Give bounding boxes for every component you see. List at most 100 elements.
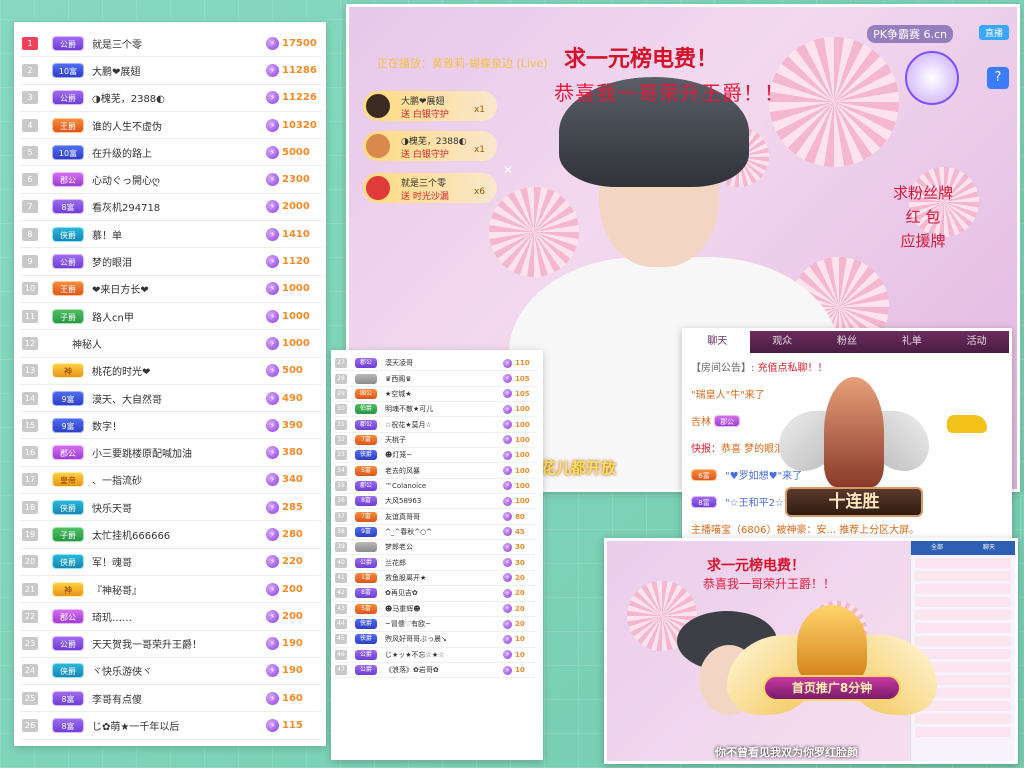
user-name[interactable]: 琦玑…… (92, 609, 266, 624)
tab-all[interactable]: 全部 (911, 541, 963, 555)
ranking-row[interactable]: 9 公爵 梦的眼泪 ⚡ 1120 (20, 248, 322, 276)
tab-fans[interactable]: 粉丝 (815, 331, 880, 353)
user-name[interactable]: 明魂不散★可儿 (385, 404, 503, 414)
tab-gifts[interactable]: 礼单 (879, 331, 944, 353)
ranking-row[interactable]: 24 侠爵 ヾ快乐游侠ヾ ⚡ 190 (20, 658, 322, 686)
user-name[interactable]: 李哥有点傻 (92, 691, 266, 706)
user-name[interactable]: 老去的风暴 (385, 466, 503, 476)
ranking-row[interactable]: 28 ♛西阁♛ ⚡ 105 (335, 371, 537, 387)
ranking-row[interactable]: 19 子爵 太忙挂机666666 ⚡ 280 (20, 521, 322, 549)
ranking-row[interactable]: 27 郡公 漠天凌哥 ⚡ 110 (335, 356, 537, 372)
user-name[interactable]: 兰花郎 (385, 558, 503, 568)
tab-chat[interactable]: 聊天 (685, 331, 750, 353)
user-name[interactable]: 就是三个零 (92, 36, 266, 51)
user-name[interactable]: じ★ッ★不忘☆★☆ (385, 650, 503, 660)
user-name[interactable]: 太忙挂机666666 (92, 527, 266, 542)
user-name[interactable]: ♛西阁♛ (385, 374, 503, 384)
ranking-row[interactable]: 33 侠爵 ☻灯笼~ ⚡ 100 (335, 448, 537, 464)
user-name[interactable]: ^_^春秋^○^ (385, 527, 503, 537)
user-name[interactable]: 在升级的路上 (92, 145, 266, 160)
user-name[interactable]: 梦郎老公 (385, 542, 503, 552)
tab-events[interactable]: 活动 (944, 331, 1009, 353)
ranking-row[interactable]: 11 子爵 路人cn甲 ⚡ 1000 (20, 303, 322, 331)
ranking-row[interactable]: 46 公爵 じ★ッ★不忘☆★☆ ⚡ 10 (335, 648, 537, 663)
user-name[interactable]: ❤来日方长❤ (92, 281, 266, 296)
user-name[interactable]: じ✿萌★一千年以后 (92, 718, 266, 733)
ranking-row[interactable]: 44 侠爵 ~冒儒♡有欧~ ⚡ 20 (335, 617, 537, 633)
ranking-row[interactable]: 39 梦郎老公 ⚡ 30 (335, 540, 537, 556)
stream-thumbnail[interactable]: 求一元榜电费！ 恭喜我一哥荣升王爵！！ 你不曾看见我双为你罗红脸颜 全部 聊天 … (604, 538, 1018, 764)
ranking-row[interactable]: 31 郡公 ☆祝花★莫月☆ ⚡ 100 (335, 417, 537, 433)
user-name[interactable]: ~冒儒♡有欧~ (385, 619, 503, 629)
user-name[interactable]: 大风58963 (385, 496, 503, 506)
user-name[interactable]: 梦的眼泪 (92, 254, 266, 269)
ranking-row[interactable]: 29 国公 ★空城★ ⚡ 105 (335, 387, 537, 403)
user-name[interactable]: 天桃子 (385, 435, 503, 445)
ranking-row[interactable]: 34 5富 老去的风暴 ⚡ 100 (335, 463, 537, 479)
user-name[interactable]: ★空城★ (385, 389, 503, 399)
close-icon[interactable]: ✕ (503, 163, 513, 177)
user-name[interactable]: ☻马重辉☻ (385, 604, 503, 614)
ranking-row[interactable]: 16 郡公 小三要跳楼原配喊加油 ⚡ 380 (20, 439, 322, 467)
user-name[interactable]: ™Colanoice (385, 482, 503, 490)
ranking-row[interactable]: 35 郡公 ™Colanoice ⚡ 100 (335, 479, 537, 495)
ranking-row[interactable]: 12 神秘人 ⚡ 1000 (20, 330, 322, 358)
ranking-row[interactable]: 40 公爵 兰花郎 ⚡ 30 (335, 555, 537, 571)
ranking-row[interactable]: 22 郡公 琦玑…… ⚡ 200 (20, 603, 322, 631)
user-name[interactable]: 漠天凌哥 (385, 358, 503, 368)
ranking-row[interactable]: 14 9富 漠天、大自然哥 ⚡ 490 (20, 385, 322, 413)
ranking-row[interactable]: 7 8富 看灰机294718 ⚡ 2000 (20, 194, 322, 222)
ranking-row[interactable]: 37 7富 友谊真哥哥 ⚡ 80 (335, 509, 537, 525)
ranking-row[interactable]: 26 8富 じ✿萌★一千年以后 ⚡ 115 (20, 712, 322, 740)
ranking-row[interactable]: 15 9富 数字！ ⚡ 390 (20, 412, 322, 440)
user-name[interactable]: 路人cn甲 (92, 309, 266, 324)
user-name[interactable]: 《浪落》✿岩哥✿ (385, 665, 503, 675)
ranking-row[interactable]: 13 神桃花的时光❤ ⚡ 500 (20, 358, 322, 385)
ranking-row[interactable]: 3 公爵 ◑槐芜，2388◐ ⚡ 11226 (20, 85, 322, 112)
user-name[interactable]: 漠天、大自然哥 (92, 391, 266, 406)
ranking-row[interactable]: 47 公爵 《浪落》✿岩哥✿ ⚡ 10 (335, 663, 537, 679)
ranking-row[interactable]: 42 8富 ✿再见吉✿ ⚡ 20 (335, 586, 537, 602)
user-name[interactable]: 慕！单 (92, 227, 266, 242)
user-name[interactable]: 天天贺我一哥荣升王爵！ (92, 636, 266, 651)
ranking-row[interactable]: 25 8富 李哥有点傻 ⚡ 160 (20, 685, 322, 713)
ranking-row[interactable]: 20 侠爵 军！魂哥 ⚡ 220 (20, 549, 322, 576)
user-name[interactable]: 心动ぐっ開心ღ (92, 172, 266, 187)
ranking-row[interactable]: 43 5富 ☻马重辉☻ ⚡ 20 (335, 602, 537, 617)
tab-audience[interactable]: 观众 (750, 331, 815, 353)
ranking-row[interactable]: 41 1富 救鱼股离开★ ⚡ 20 (335, 571, 537, 587)
ranking-row[interactable]: 18 侠爵 快乐天哥 ⚡ 285 (20, 494, 322, 522)
user-name[interactable]: 军！魂哥 (92, 554, 266, 569)
user-name[interactable]: 小三要跳楼原配喊加油 (92, 445, 266, 460)
user-name[interactable]: 友谊真哥哥 (385, 512, 503, 522)
user-name[interactable]: ✿再见吉✿ (385, 588, 503, 598)
ranking-row[interactable]: 1 公爵 就是三个零 ⚡ 17500 (20, 30, 322, 58)
user-name[interactable]: ☻灯笼~ (385, 450, 503, 460)
user-name[interactable]: 、一指流砂 (92, 472, 266, 487)
help-button[interactable]: ? (987, 67, 1009, 89)
user-name[interactable]: 救鱼股离开★ (385, 573, 503, 583)
ranking-row[interactable]: 32 7富 天桃子 ⚡ 100 (335, 433, 537, 449)
ranking-row[interactable]: 45 侠爵 煦风好哥哥ぶっ晨↘ ⚡ 10 (335, 632, 537, 648)
user-name[interactable]: 煦风好哥哥ぶっ晨↘ (385, 634, 503, 644)
ranking-row[interactable]: 30 伯爵 明魂不散★可儿 ⚡ 100 (335, 402, 537, 418)
ranking-row[interactable]: 23 公爵 天天贺我一哥荣升王爵！ ⚡ 190 (20, 631, 322, 658)
ranking-row[interactable]: 17 皇帝 、一指流砂 ⚡ 340 (20, 467, 322, 495)
ranking-row[interactable]: 36 8富 大风58963 ⚡ 100 (335, 494, 537, 510)
ranking-row[interactable]: 4 王爵 谁的人生不虚伪 ⚡ 10320 (20, 112, 322, 140)
user-name[interactable]: 『神秘哥』 (92, 582, 266, 597)
ranking-row[interactable]: 2 10富 大鹏❤展翅 ⚡ 11286 (20, 57, 322, 85)
ranking-row[interactable]: 21 神『神秘哥』 ⚡ 200 (20, 576, 322, 604)
user-name[interactable]: 谁的人生不虚伪 (92, 118, 266, 133)
user-name[interactable]: ☆祝花★莫月☆ (385, 420, 503, 430)
user-name[interactable]: 看灰机294718 (92, 199, 266, 214)
anchor-avatar[interactable] (905, 51, 959, 105)
chat-panel[interactable]: 聊天 观众 粉丝 礼单 活动 【房间公告】: 充值点私聊！！ "瑞皇人"牛"来了… (682, 328, 1012, 546)
user-name[interactable]: 数字！ (92, 418, 266, 433)
ranking-row[interactable]: 10 王爵 ❤来日方长❤ ⚡ 1000 (20, 276, 322, 303)
user-name[interactable]: 桃花的时光❤ (92, 363, 266, 378)
user-name[interactable]: 快乐天哥 (92, 500, 266, 515)
user-name[interactable]: 神秘人 (72, 336, 266, 351)
ranking-row[interactable]: 6 郡公 心动ぐっ開心ღ ⚡ 2300 (20, 166, 322, 194)
pk-badge[interactable]: PK争霸赛 6.cn (867, 25, 953, 43)
